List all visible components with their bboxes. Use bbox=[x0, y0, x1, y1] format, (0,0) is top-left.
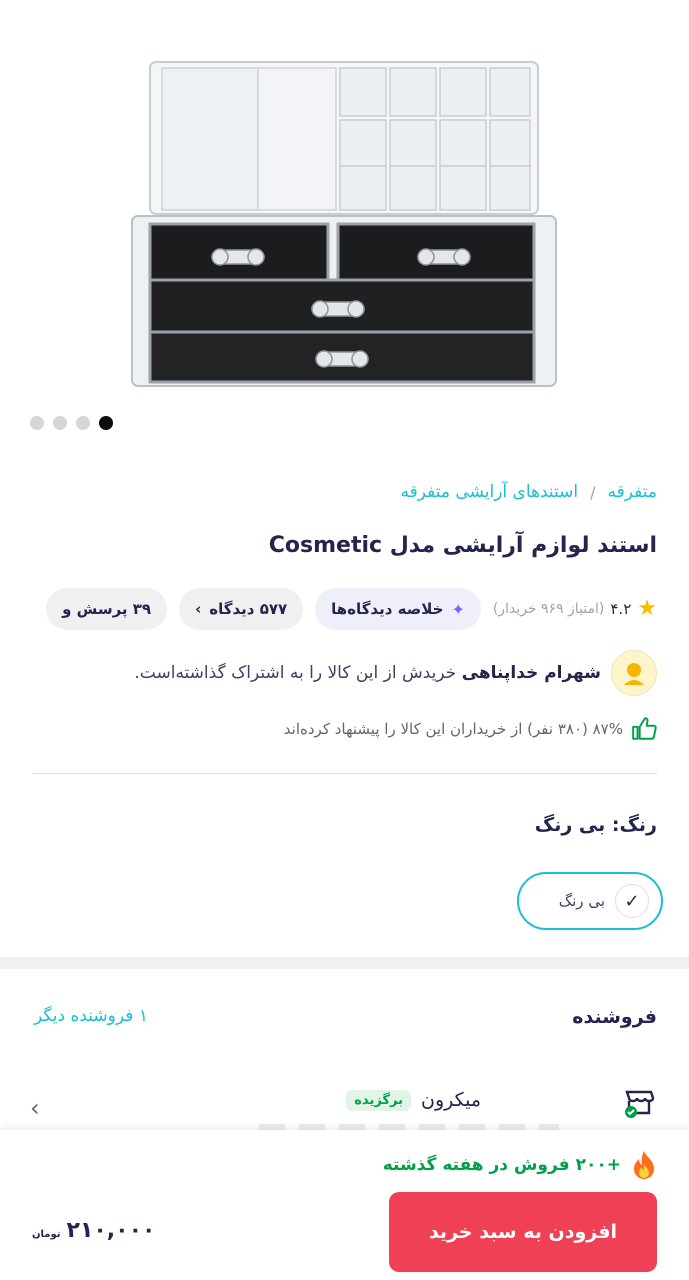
share-message: خریدش از این کالا را به اشتراک گذاشته‌اس… bbox=[134, 663, 462, 683]
product-meta-row: ★ ۴.۲ (امتیاز ۹۶۹ خریدار) ✦ خلاصه دیدگاه… bbox=[46, 588, 657, 630]
bottom-bar: +۲۰۰ فروش در هفته گذشته افزودن به سبد خر… bbox=[0, 1130, 689, 1280]
price-currency: تومان bbox=[32, 1229, 61, 1240]
add-to-cart-button[interactable]: افزودن به سبد خرید bbox=[389, 1192, 657, 1272]
chevron-left-icon[interactable]: ‹ bbox=[30, 1094, 40, 1122]
gallery-dot-active[interactable] bbox=[99, 416, 113, 430]
color-label: رنگ: بی رنگ bbox=[534, 814, 657, 836]
thumbs-up-icon bbox=[632, 717, 657, 740]
chevron-left-icon: › bbox=[195, 600, 202, 618]
rating: ★ ۴.۲ (امتیاز ۹۶۹ خریدار) bbox=[493, 598, 657, 620]
color-option-selected[interactable]: ✓ بی رنگ bbox=[517, 872, 663, 930]
sharer-name: شهرام خداپناهی bbox=[461, 663, 601, 683]
gallery-dot[interactable] bbox=[30, 416, 44, 430]
reviews-summary-chip[interactable]: ✦ خلاصه دیدگاه‌ها bbox=[315, 588, 481, 630]
breadcrumb-item[interactable]: متفرقه bbox=[608, 482, 657, 502]
gallery-dot[interactable] bbox=[53, 416, 67, 430]
weekly-sales-text: +۲۰۰ فروش در هفته گذشته bbox=[382, 1155, 621, 1175]
product-image bbox=[131, 61, 557, 387]
fire-icon bbox=[634, 1151, 654, 1179]
reviews-summary-label: خلاصه دیدگاه‌ها bbox=[331, 600, 444, 618]
divider bbox=[32, 773, 657, 774]
recommendation: ۸۷% (۳۸۰ نفر) از خریداران این کالا را پی… bbox=[284, 716, 657, 742]
product-gallery[interactable] bbox=[0, 0, 689, 455]
share-text: شهرام خداپناهی خریدش از این کالا را به ا… bbox=[134, 663, 601, 683]
recommend-text: ۸۷% (۳۸۰ نفر) از خریداران این کالا را پی… bbox=[283, 720, 623, 738]
seller-name: میکرون bbox=[420, 1089, 481, 1111]
questions-chip-label: ۳۹ پرسش و bbox=[62, 600, 152, 618]
seller-badge: برگزیده bbox=[346, 1089, 411, 1111]
share-notice: شهرام خداپناهی خریدش از این کالا را به ا… bbox=[134, 650, 657, 696]
seller-row[interactable]: میکرون برگزیده bbox=[346, 1082, 657, 1118]
breadcrumb-separator: / bbox=[590, 482, 596, 502]
store-icon bbox=[621, 1082, 657, 1118]
section-separator bbox=[0, 957, 689, 969]
breadcrumb-item[interactable]: استندهای آرایشی متفرقه bbox=[401, 482, 579, 502]
check-icon: ✓ bbox=[615, 884, 649, 918]
rating-score: ۴.۲ bbox=[610, 600, 632, 618]
breadcrumb: متفرقه / استندهای آرایشی متفرقه bbox=[401, 482, 657, 502]
sparkle-icon: ✦ bbox=[451, 599, 465, 619]
avatar-icon bbox=[611, 650, 657, 696]
gallery-dot[interactable] bbox=[76, 416, 90, 430]
questions-chip[interactable]: ۳۹ پرسش و bbox=[46, 588, 168, 630]
gallery-dots[interactable] bbox=[30, 416, 113, 430]
rating-count: (امتیاز ۹۶۹ خریدار) bbox=[492, 601, 605, 617]
reviews-chip[interactable]: ۵۷۷ دیدگاه › bbox=[179, 588, 304, 630]
star-icon: ★ bbox=[637, 596, 657, 621]
weekly-sales: +۲۰۰ فروش در هفته گذشته bbox=[383, 1150, 657, 1180]
price: ۲۱۰,۰۰۰ تومان bbox=[32, 1218, 155, 1243]
color-option-label: بی رنگ bbox=[558, 892, 605, 910]
other-sellers-link[interactable]: ۱ فروشنده دیگر bbox=[34, 1006, 148, 1026]
reviews-chip-label: ۵۷۷ دیدگاه bbox=[209, 600, 288, 618]
product-title: استند لوازم آرایشی مدل Cosmetic bbox=[268, 533, 657, 558]
price-amount: ۲۱۰,۰۰۰ bbox=[66, 1218, 156, 1243]
seller-heading: فروشنده bbox=[572, 1006, 657, 1028]
